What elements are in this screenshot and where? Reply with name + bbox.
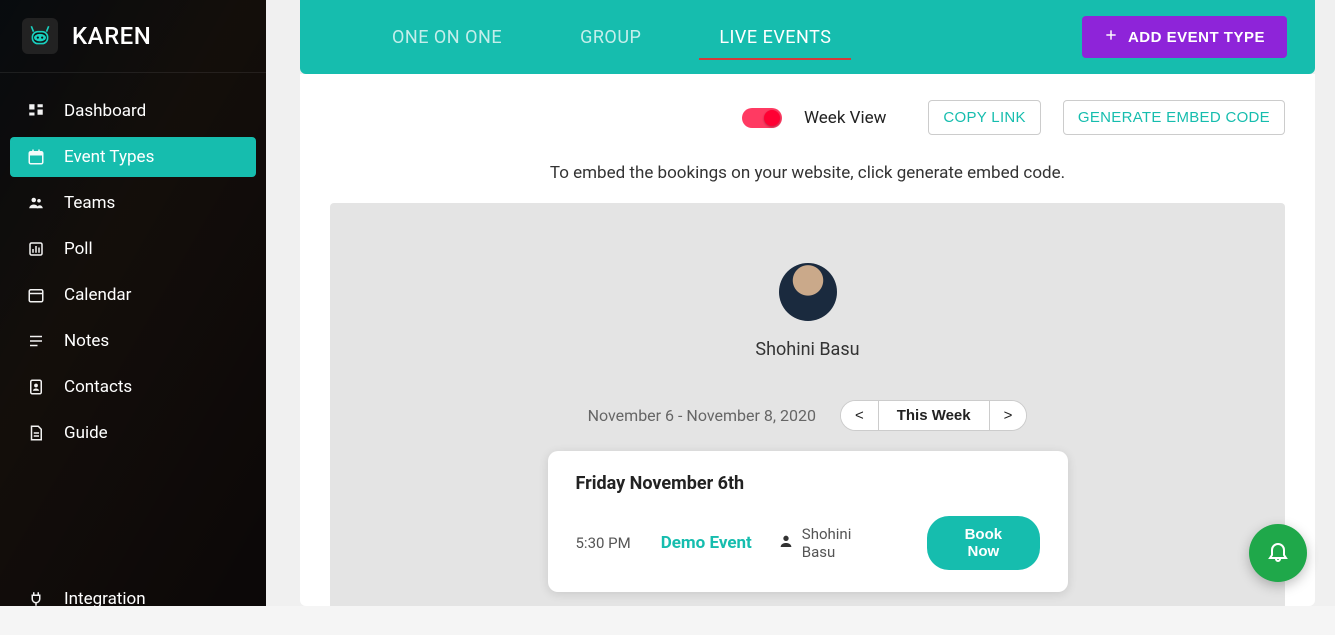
tabs: ONE ON ONE GROUP LIVE EVENTS [388, 5, 835, 70]
embed-hint: To embed the bookings on your website, c… [330, 163, 1285, 183]
tab-live-events[interactable]: LIVE EVENTS [715, 5, 835, 70]
this-week-button[interactable]: This Week [878, 401, 990, 430]
sidebar-item-label: Guide [64, 423, 108, 443]
team-icon [26, 193, 46, 213]
bell-icon [1266, 539, 1290, 567]
week-row: November 6 - November 8, 2020 < This Wee… [370, 400, 1245, 431]
sidebar-item-label: Dashboard [64, 101, 146, 121]
sidebar-item-event-types[interactable]: Event Types [10, 137, 256, 177]
sidebar-item-guide[interactable]: Guide [10, 413, 256, 453]
nav-list: Dashboard Event Types Teams Poll Calenda… [0, 73, 266, 579]
tab-group[interactable]: GROUP [576, 5, 645, 70]
brand-logo-icon [22, 18, 58, 54]
sidebar-item-label: Notes [64, 331, 109, 351]
host-name: Shohini Basu [755, 339, 859, 360]
event-row: 5:30 PM Demo Event Shohini Basu Book Now [576, 516, 1040, 570]
sidebar: KAREN Dashboard Event Types Teams Poll [0, 0, 266, 606]
sidebar-item-label: Integration [64, 589, 146, 609]
sidebar-item-label: Event Types [64, 147, 154, 167]
event-time: 5:30 PM [576, 534, 635, 552]
sidebar-item-label: Contacts [64, 377, 132, 397]
event-host: Shohini Basu [778, 525, 887, 561]
sidebar-item-dashboard[interactable]: Dashboard [10, 91, 256, 131]
sidebar-item-label: Calendar [64, 285, 131, 305]
week-nav: < This Week > [840, 400, 1027, 431]
booking-panel: Shohini Basu November 6 - November 8, 20… [330, 203, 1285, 606]
sidebar-item-poll[interactable]: Poll [10, 229, 256, 269]
copy-link-button[interactable]: COPY LINK [928, 100, 1040, 135]
sidebar-item-calendar[interactable]: Calendar [10, 275, 256, 315]
sidebar-item-label: Teams [64, 193, 115, 213]
brand-name: KAREN [72, 22, 151, 50]
add-event-type-label: ADD EVENT TYPE [1128, 29, 1265, 46]
event-host-name: Shohini Basu [802, 525, 887, 561]
guide-icon [26, 423, 46, 443]
toolbar: Week View COPY LINK GENERATE EMBED CODE [330, 100, 1285, 135]
date-range: November 6 - November 8, 2020 [588, 406, 816, 425]
notes-icon [26, 331, 46, 351]
poll-icon [26, 239, 46, 259]
plus-icon [1104, 28, 1118, 46]
prev-week-button[interactable]: < [841, 401, 878, 430]
tabs-bar: ONE ON ONE GROUP LIVE EVENTS ADD EVENT T… [300, 0, 1315, 74]
host-avatar [779, 263, 837, 321]
sidebar-item-label: Poll [64, 239, 93, 259]
dashboard-icon [26, 101, 46, 121]
calendar-day-icon [26, 147, 46, 167]
next-week-button[interactable]: > [990, 401, 1027, 430]
event-title: Demo Event [661, 533, 752, 553]
content: Week View COPY LINK GENERATE EMBED CODE … [300, 74, 1315, 606]
main: ONE ON ONE GROUP LIVE EVENTS ADD EVENT T… [266, 0, 1335, 606]
event-card: Friday November 6th 5:30 PM Demo Event S… [548, 451, 1068, 592]
week-view-label: Week View [804, 108, 886, 128]
sidebar-item-teams[interactable]: Teams [10, 183, 256, 223]
brand: KAREN [0, 0, 266, 73]
sidebar-item-notes[interactable]: Notes [10, 321, 256, 361]
plug-icon [26, 589, 46, 609]
person-icon [778, 533, 794, 553]
sidebar-item-integration[interactable]: Integration [10, 579, 256, 619]
book-now-button[interactable]: Book Now [927, 516, 1039, 570]
generate-embed-button[interactable]: GENERATE EMBED CODE [1063, 100, 1285, 135]
tab-one-on-one[interactable]: ONE ON ONE [388, 5, 506, 70]
event-date: Friday November 6th [576, 473, 1040, 494]
week-view-toggle[interactable] [742, 108, 782, 128]
calendar-icon [26, 285, 46, 305]
sidebar-item-contacts[interactable]: Contacts [10, 367, 256, 407]
contacts-icon [26, 377, 46, 397]
notifications-fab[interactable] [1249, 524, 1307, 582]
add-event-type-button[interactable]: ADD EVENT TYPE [1082, 16, 1287, 58]
